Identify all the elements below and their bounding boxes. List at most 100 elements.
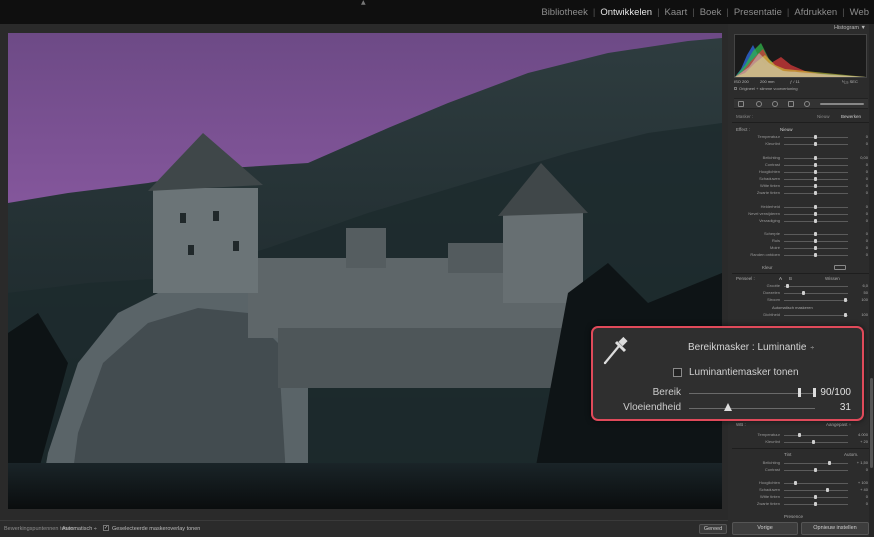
slider-temperatuur[interactable]: Temperatuur 0 (734, 134, 868, 141)
slider-doezelen[interactable]: Doezelen 50 (734, 290, 868, 297)
slider-knob[interactable] (814, 468, 817, 472)
density-slider[interactable]: Dichtheid 100 (734, 312, 868, 319)
density-knob[interactable] (844, 313, 847, 317)
slider-knob[interactable] (814, 170, 817, 174)
slider-knob[interactable] (826, 488, 829, 492)
slider-label: Contrast (764, 467, 780, 472)
slider-belichting[interactable]: Belichting + 1,50 (734, 460, 868, 467)
slider-ruis[interactable]: Ruis 0 (734, 238, 868, 245)
slider-scherpte[interactable]: Scherpte 0 (734, 231, 868, 238)
mask-new-button[interactable]: Nieuw (817, 114, 830, 119)
range-slider[interactable]: Bereik 90/100 (593, 387, 862, 401)
radial-filter-icon[interactable] (804, 101, 810, 107)
slider-stroom[interactable]: Stroom 100 (734, 297, 868, 304)
slider-knob[interactable] (814, 163, 817, 167)
original-preview-row[interactable]: Origineel + slimme voorvertoning (734, 86, 798, 91)
eyedropper-icon[interactable] (601, 336, 629, 366)
slider-verzadiging[interactable]: Verzadiging 0 (734, 218, 868, 225)
module-tab-boek[interactable]: Boek (695, 7, 727, 18)
tone-auto-button[interactable]: Autom. (844, 452, 858, 457)
range-mask-title[interactable]: Bereikmasker : Luminantie ÷ (688, 342, 814, 353)
panel-toggle-arrow-icon[interactable]: ▲ (361, 0, 369, 6)
show-luminance-mask-checkbox[interactable] (673, 368, 682, 377)
smoothness-knob[interactable] (724, 403, 733, 411)
slider-witte-tinten[interactable]: Witte tinten 0 (734, 183, 868, 190)
slider-knob[interactable] (814, 212, 817, 216)
adjustment-brush-icon[interactable] (820, 103, 864, 105)
slider-knob[interactable] (844, 298, 847, 302)
slider-belichting[interactable]: Belichting 0,00 (734, 155, 868, 162)
slider-grootte[interactable]: Grootte 6,0 (734, 283, 868, 290)
slider-knob[interactable] (814, 246, 817, 250)
histogram[interactable] (734, 34, 867, 78)
module-tab-kaart[interactable]: Kaart (660, 7, 693, 18)
auto-mask-label[interactable]: Automatisch maskeren (772, 305, 813, 310)
slider-knob[interactable] (814, 205, 817, 209)
slider-knob[interactable] (814, 219, 817, 223)
reset-button[interactable]: Opnieuw instellen (801, 522, 869, 535)
graduated-filter-icon[interactable] (788, 101, 794, 107)
smoothness-value: 31 (839, 402, 851, 413)
brush-b-tab[interactable]: B (789, 276, 792, 281)
brush-a-tab[interactable]: A (779, 276, 782, 281)
overlay-select[interactable]: Automatisch ÷ (62, 526, 97, 532)
slider-schaduwen[interactable]: Schaduwen + 40 (734, 487, 868, 494)
slider-zwarte-tinten[interactable]: Zwarte tinten 0 (734, 501, 868, 508)
show-mask-checkbox[interactable]: ✓ (103, 525, 109, 531)
bottom-toolbar: Bewerkingspuntennen tonen : Automatisch … (0, 520, 728, 537)
slider-knob[interactable] (814, 156, 817, 160)
slider-contrast[interactable]: Contrast 0 (734, 467, 868, 474)
slider-knob[interactable] (814, 135, 817, 139)
module-tab-presentatie[interactable]: Presentatie (729, 7, 787, 18)
castle-photo[interactable] (8, 33, 722, 509)
crop-icon[interactable] (738, 101, 744, 107)
previous-button[interactable]: Vorige (732, 522, 798, 535)
red-eye-icon[interactable] (772, 101, 778, 107)
slider-helderheid[interactable]: Helderheid 0 (734, 204, 868, 211)
slider-knob[interactable] (812, 440, 815, 444)
slider-kleurtint[interactable]: Kleurtint + 20 (734, 439, 868, 446)
panel-scroll-thumb[interactable] (870, 378, 873, 468)
module-tab-afdrukken[interactable]: Afdrukken (789, 7, 842, 18)
smoothness-slider[interactable]: Vloeiendheid 31 (593, 402, 862, 416)
slider-kleurtint[interactable]: Kleurtint 0 (734, 141, 868, 148)
original-checkbox[interactable] (734, 87, 737, 90)
slider-knob[interactable] (814, 142, 817, 146)
done-button[interactable]: Gereed (699, 524, 727, 534)
slider-knob[interactable] (814, 232, 817, 236)
slider-knob[interactable] (802, 291, 805, 295)
mask-edit-button[interactable]: Bewerken (841, 114, 861, 119)
slider-temperatuur[interactable]: Temperatuur 4.000 (734, 432, 868, 439)
slider-hooglichten[interactable]: Hooglichten + 100 (734, 480, 868, 487)
slider-contrast[interactable]: Contrast 0 (734, 162, 868, 169)
slider-knob[interactable] (798, 433, 801, 437)
slider-schaduwen[interactable]: Schaduwen 0 (734, 176, 868, 183)
slider-moiré[interactable]: Moiré 0 (734, 245, 868, 252)
slider-knob[interactable] (814, 495, 817, 499)
color-swatch[interactable] (834, 265, 846, 270)
slider-knob[interactable] (794, 481, 797, 485)
slider-knob[interactable] (814, 191, 817, 195)
spot-removal-icon[interactable] (756, 101, 762, 107)
wb-select[interactable]: Aangepast ÷ (826, 422, 851, 427)
slider-hooglichten[interactable]: Hooglichten 0 (734, 169, 868, 176)
slider-witte-tinten[interactable]: Witte tinten 0 (734, 494, 868, 501)
range-high-handle[interactable] (813, 388, 816, 397)
module-tab-web[interactable]: Web (845, 7, 874, 18)
slider-nevel-verwijderen[interactable]: Nevel verwijderen 0 (734, 211, 868, 218)
histogram-header[interactable]: Histogram ▼ (728, 24, 874, 33)
slider-zwarte-tinten[interactable]: Zwarte tinten 0 (734, 190, 868, 197)
module-tab-bibliotheek[interactable]: Bibliotheek (536, 7, 592, 18)
slider-knob[interactable] (828, 461, 831, 465)
range-low-handle[interactable] (798, 388, 802, 397)
slider-knob[interactable] (814, 239, 817, 243)
slider-knob[interactable] (814, 502, 817, 506)
slider-knob[interactable] (814, 184, 817, 188)
slider-knob[interactable] (814, 253, 817, 257)
module-tab-ontwikkelen[interactable]: Ontwikkelen (595, 7, 657, 18)
effect-select[interactable]: Nieuw (780, 127, 793, 132)
slider-randen-ontdoen[interactable]: Randen ontdoen 0 (734, 252, 868, 259)
slider-knob[interactable] (814, 177, 817, 181)
slider-knob[interactable] (786, 284, 789, 288)
brush-erase-tab[interactable]: Wissen (825, 276, 840, 281)
